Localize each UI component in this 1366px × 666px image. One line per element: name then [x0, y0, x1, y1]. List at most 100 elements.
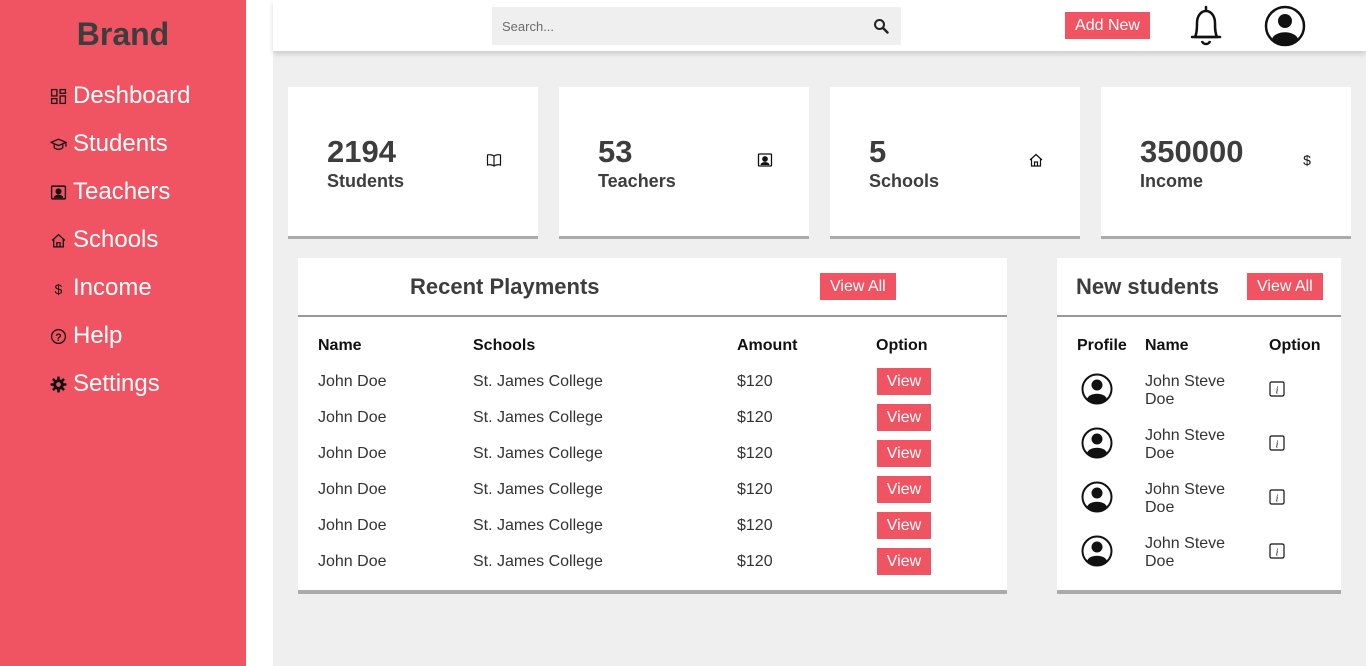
svg-text:i: i — [1276, 386, 1279, 397]
payment-amount: $120 — [737, 373, 773, 390]
brand-logo[interactable]: Brand — [0, 16, 246, 53]
payment-amount: $120 — [737, 409, 773, 426]
panel-title: New students — [1076, 274, 1220, 299]
bell-icon[interactable] — [1186, 4, 1226, 48]
payment-amount: $120 — [737, 517, 773, 534]
view-button[interactable]: View — [877, 440, 931, 467]
profile-avatar-icon — [1081, 535, 1113, 567]
view-button[interactable]: View — [877, 548, 931, 575]
payment-name: John Doe — [318, 445, 387, 462]
svg-text:$: $ — [54, 280, 62, 296]
column-header: Option — [1269, 337, 1321, 354]
book-icon — [486, 152, 502, 168]
dollar-icon: $ — [1299, 152, 1315, 168]
column-header: Option — [876, 337, 928, 354]
view-button[interactable]: View — [877, 476, 931, 503]
profile-avatar-icon — [1081, 373, 1113, 405]
profile-avatar-icon — [1081, 427, 1113, 459]
student-name: John Steve Doe — [1145, 535, 1226, 570]
payment-school: St. James College — [473, 481, 603, 498]
payment-name: John Doe — [318, 409, 387, 426]
stat-label: Teachers — [598, 171, 676, 191]
info-icon[interactable]: i — [1269, 435, 1285, 451]
question-icon: ? — [48, 326, 68, 346]
sidebar-item-settings[interactable]: Settings — [48, 360, 190, 408]
sidebar-item-help[interactable]: ? Help — [48, 312, 190, 360]
payment-amount: $120 — [737, 445, 773, 462]
student-name: John Steve Doe — [1145, 427, 1226, 462]
column-header: Name — [318, 337, 362, 354]
sidebar-item-label: Teachers — [73, 178, 171, 205]
stat-label: Students — [327, 171, 405, 191]
sidebar-item-income[interactable]: $ Income — [48, 264, 190, 312]
panel-title: Recent Playments — [410, 274, 600, 299]
payment-school: St. James College — [473, 517, 603, 534]
search-icon[interactable] — [873, 18, 889, 34]
payment-school: St. James College — [473, 553, 603, 570]
top-bar: Add New — [273, 0, 1366, 51]
stat-value: 5 — [869, 134, 887, 169]
column-header: Schools — [473, 337, 536, 354]
profile-avatar-icon — [1081, 481, 1113, 513]
main-content: Add New 2194 Students 53 Teachers 5 Scho… — [273, 0, 1366, 666]
graduation-cap-icon — [48, 134, 68, 154]
search-box — [492, 7, 901, 45]
user-avatar-icon[interactable] — [1264, 5, 1306, 47]
view-button[interactable]: View — [877, 512, 931, 539]
column-header: Profile — [1077, 337, 1127, 354]
payment-school: St. James College — [473, 409, 603, 426]
svg-text:?: ? — [55, 331, 61, 343]
column-header: Name — [1145, 337, 1189, 354]
view-button[interactable]: View — [877, 404, 931, 431]
sidebar-item-label: Schools — [73, 226, 159, 253]
sidebar: Brand Deshboard Students Teachers School… — [0, 0, 246, 666]
payment-name: John Doe — [318, 373, 387, 390]
payment-school: St. James College — [473, 445, 603, 462]
sidebar-item-label: Help — [73, 322, 123, 349]
stat-value: 2194 — [327, 134, 396, 169]
payment-school: St. James College — [473, 373, 603, 390]
payment-amount: $120 — [737, 481, 773, 498]
dollar-icon: $ — [48, 278, 68, 298]
view-button[interactable]: View — [877, 368, 931, 395]
sidebar-item-label: Income — [73, 274, 152, 301]
stat-label: Income — [1140, 171, 1204, 191]
search-input[interactable] — [492, 18, 852, 34]
student-name: John Steve Doe — [1145, 481, 1226, 516]
sidebar-nav: Deshboard Students Teachers Schools $ In… — [48, 72, 190, 408]
sidebar-item-label: Deshboard — [73, 82, 191, 109]
payment-name: John Doe — [318, 481, 387, 498]
svg-text:$: $ — [1303, 152, 1311, 168]
gear-icon — [48, 374, 68, 394]
stat-value: 350000 — [1140, 134, 1244, 169]
payment-amount: $120 — [737, 553, 773, 570]
recent-payments-panel: Recent Playments View All Name Schools A… — [298, 258, 1007, 594]
panel-header: Recent Playments View All — [298, 258, 1007, 317]
stat-card-students: 2194 Students — [288, 87, 538, 239]
info-icon[interactable]: i — [1269, 381, 1285, 397]
svg-text:i: i — [1276, 440, 1279, 451]
house-icon — [48, 230, 68, 250]
column-header: Amount — [737, 337, 798, 354]
student-name: John Steve Doe — [1145, 373, 1226, 408]
svg-text:i: i — [1276, 548, 1279, 559]
new-students-panel: New students View All Profile Name Optio… — [1057, 258, 1341, 594]
house-icon — [1028, 152, 1044, 168]
info-icon[interactable]: i — [1269, 489, 1285, 505]
view-all-students-button[interactable]: View All — [1247, 273, 1323, 300]
stat-card-schools: 5 Schools — [830, 87, 1080, 239]
stat-value: 53 — [598, 134, 633, 169]
add-new-button[interactable]: Add New — [1065, 12, 1150, 39]
sidebar-item-dashboard[interactable]: Deshboard — [48, 72, 190, 120]
sidebar-item-schools[interactable]: Schools — [48, 216, 190, 264]
sidebar-item-teachers[interactable]: Teachers — [48, 168, 190, 216]
stat-card-teachers: 53 Teachers — [559, 87, 809, 239]
view-all-payments-button[interactable]: View All — [820, 273, 896, 300]
payment-name: John Doe — [318, 517, 387, 534]
payment-name: John Doe — [318, 553, 387, 570]
info-icon[interactable]: i — [1269, 543, 1285, 559]
sidebar-item-label: Students — [73, 130, 168, 157]
stat-card-income: 350000 Income $ — [1101, 87, 1351, 239]
sidebar-item-students[interactable]: Students — [48, 120, 190, 168]
panel-header: New students View All — [1057, 258, 1341, 317]
